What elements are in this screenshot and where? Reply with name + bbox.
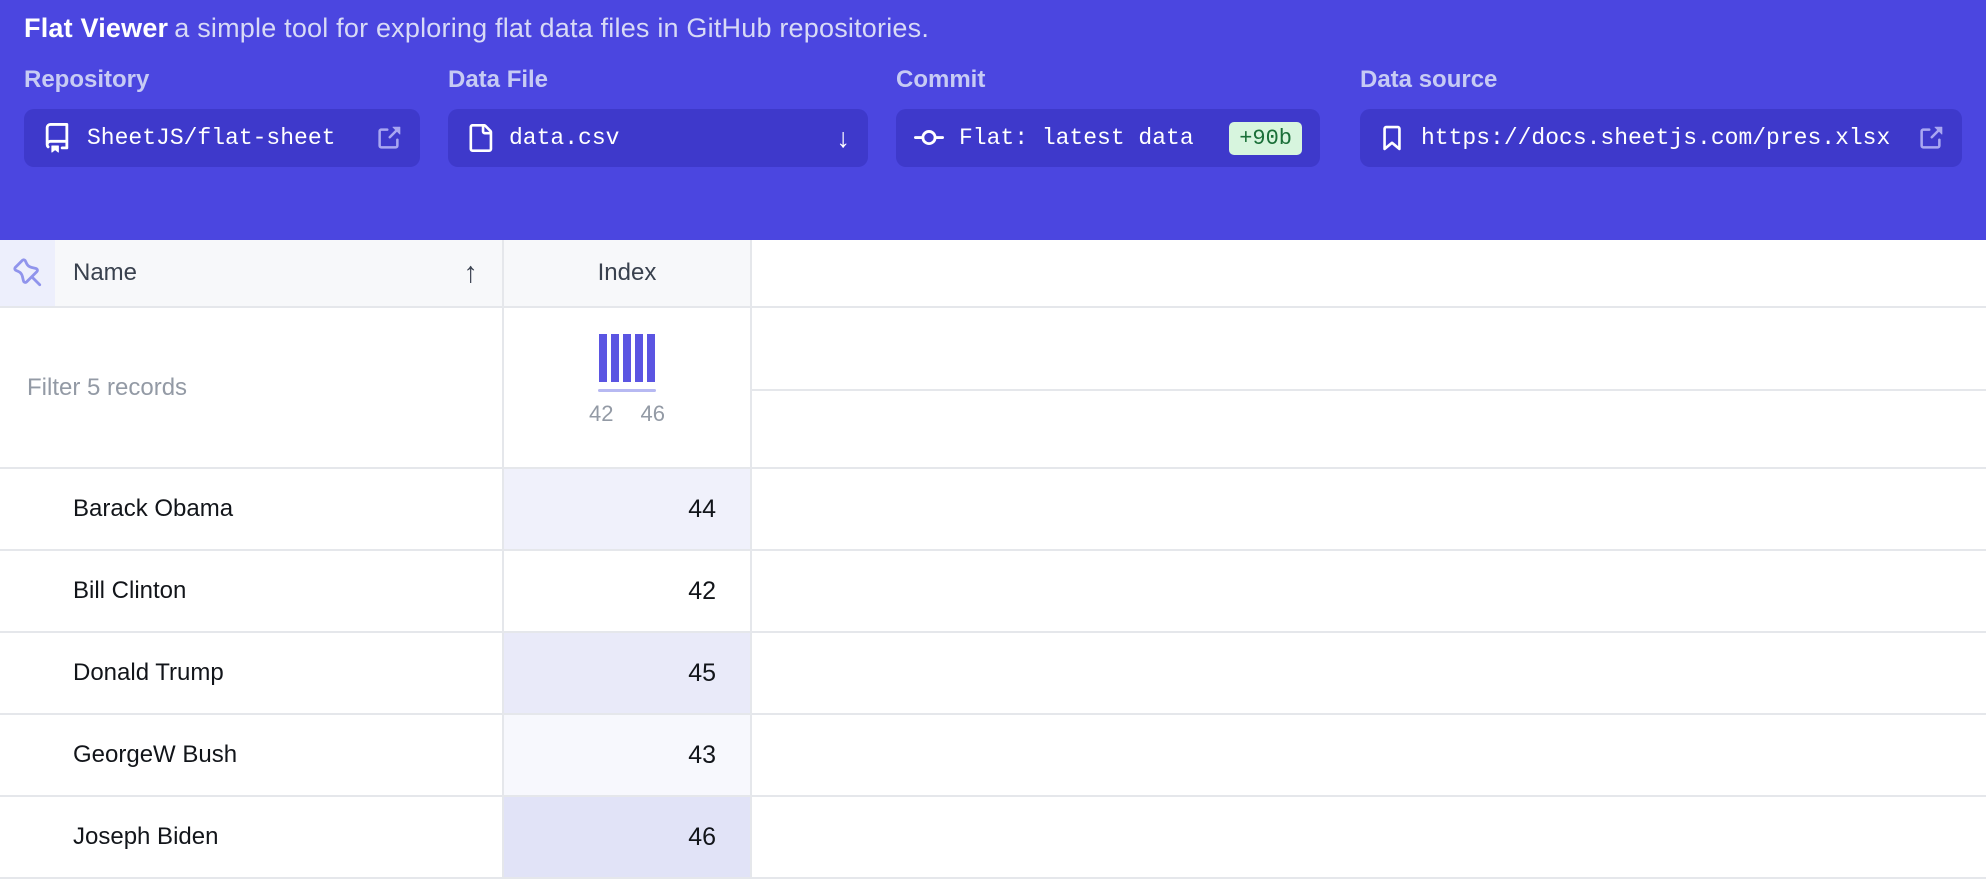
index-filter-cell: 42 46 [502, 308, 752, 469]
row-index: 44 [688, 495, 716, 524]
row-name: Barack Obama [73, 495, 233, 523]
row-filler [752, 633, 1986, 715]
name-cell: GeorgeW Bush [0, 715, 502, 797]
histogram-min-label: 42 [589, 401, 613, 427]
index-histogram[interactable]: 42 46 [589, 334, 665, 427]
repository-button[interactable]: SheetJS/flat-sheet [24, 109, 420, 167]
table-row: Joseph Biden 46 [0, 797, 1986, 879]
index-cell: 45 [502, 633, 752, 715]
row-filler [752, 715, 1986, 797]
data-file-control: Data File data.csv ↓ [448, 66, 868, 167]
grid-header-row: Name ↑ Index [0, 240, 1986, 308]
commit-select[interactable]: Flat: latest data +90b [896, 109, 1320, 167]
index-cell: 43 [502, 715, 752, 797]
histogram-max-label: 46 [641, 401, 665, 427]
row-filler [752, 797, 1986, 879]
data-source-link[interactable]: https://docs.sheetjs.com/pres.xlsx [1360, 109, 1962, 167]
row-index: 45 [688, 659, 716, 688]
external-link-icon [375, 125, 402, 152]
row-index: 43 [688, 741, 716, 770]
row-filler [752, 469, 1986, 551]
repository-control: Repository SheetJS/flat-sheet [24, 66, 420, 167]
name-filter-cell [0, 308, 502, 469]
name-cell: Bill Clinton [0, 551, 502, 633]
table-row: Bill Clinton 42 [0, 551, 1986, 633]
diffstat-badge: +90b [1229, 122, 1302, 155]
column-header-index-label: Index [598, 259, 657, 287]
data-grid: Name ↑ Index 42 46 Barack Obama 44 [0, 240, 1986, 879]
git-commit-icon [914, 123, 944, 153]
data-source-label: Data source [1360, 66, 1962, 94]
pin-icon [13, 258, 43, 288]
data-source-control: Data source https://docs.sheetjs.com/pre… [1360, 66, 1962, 167]
data-file-select[interactable]: data.csv ↓ [448, 109, 868, 167]
bookmark-icon [1378, 124, 1406, 152]
app-title-name: Flat Viewer [24, 13, 168, 43]
row-index: 42 [688, 577, 716, 606]
repo-icon [42, 123, 72, 153]
down-arrow-icon: ↓ [837, 123, 851, 154]
commit-control: Commit Flat: latest data +90b [896, 66, 1320, 167]
table-row: Barack Obama 44 [0, 469, 1986, 551]
row-name: Donald Trump [73, 659, 224, 687]
row-index: 46 [688, 823, 716, 852]
external-link-icon [1917, 125, 1944, 152]
data-file-label: Data File [448, 66, 868, 94]
row-filler [752, 551, 1986, 633]
app-title: Flat Viewera simple tool for exploring f… [24, 13, 929, 44]
app-title-tagline: a simple tool for exploring flat data fi… [174, 13, 929, 43]
sort-ascending-icon: ↑ [464, 257, 479, 290]
hero-header: Flat Viewera simple tool for exploring f… [0, 0, 1986, 240]
commit-label: Commit [896, 66, 1320, 94]
header-filler [752, 240, 1986, 308]
row-name: GeorgeW Bush [73, 741, 237, 769]
repository-value: SheetJS/flat-sheet [87, 125, 335, 151]
histogram-labels: 42 46 [589, 401, 665, 427]
row-name: Joseph Biden [73, 823, 218, 851]
table-row: GeorgeW Bush 43 [0, 715, 1986, 797]
name-cell: Donald Trump [0, 633, 502, 715]
repository-label: Repository [24, 66, 420, 94]
filter-row: 42 46 [0, 308, 1986, 469]
column-header-name[interactable]: Name ↑ [55, 240, 502, 308]
pin-column-header[interactable] [0, 240, 55, 308]
file-icon [466, 124, 494, 152]
name-cell: Joseph Biden [0, 797, 502, 879]
index-cell: 42 [502, 551, 752, 633]
column-header-index[interactable]: Index [502, 240, 752, 308]
name-cell: Barack Obama [0, 469, 502, 551]
data-file-value: data.csv [509, 125, 619, 151]
histogram-range-track [598, 389, 656, 392]
column-header-name-label: Name [73, 259, 137, 287]
commit-message: Flat: latest data [959, 125, 1194, 151]
index-cell: 44 [502, 469, 752, 551]
row-name: Bill Clinton [73, 577, 186, 605]
data-source-url: https://docs.sheetjs.com/pres.xlsx [1421, 125, 1890, 151]
filter-input[interactable] [0, 374, 502, 402]
histogram-bars [599, 334, 655, 382]
index-cell: 46 [502, 797, 752, 879]
table-row: Donald Trump 45 [0, 633, 1986, 715]
filter-filler [752, 308, 1986, 469]
